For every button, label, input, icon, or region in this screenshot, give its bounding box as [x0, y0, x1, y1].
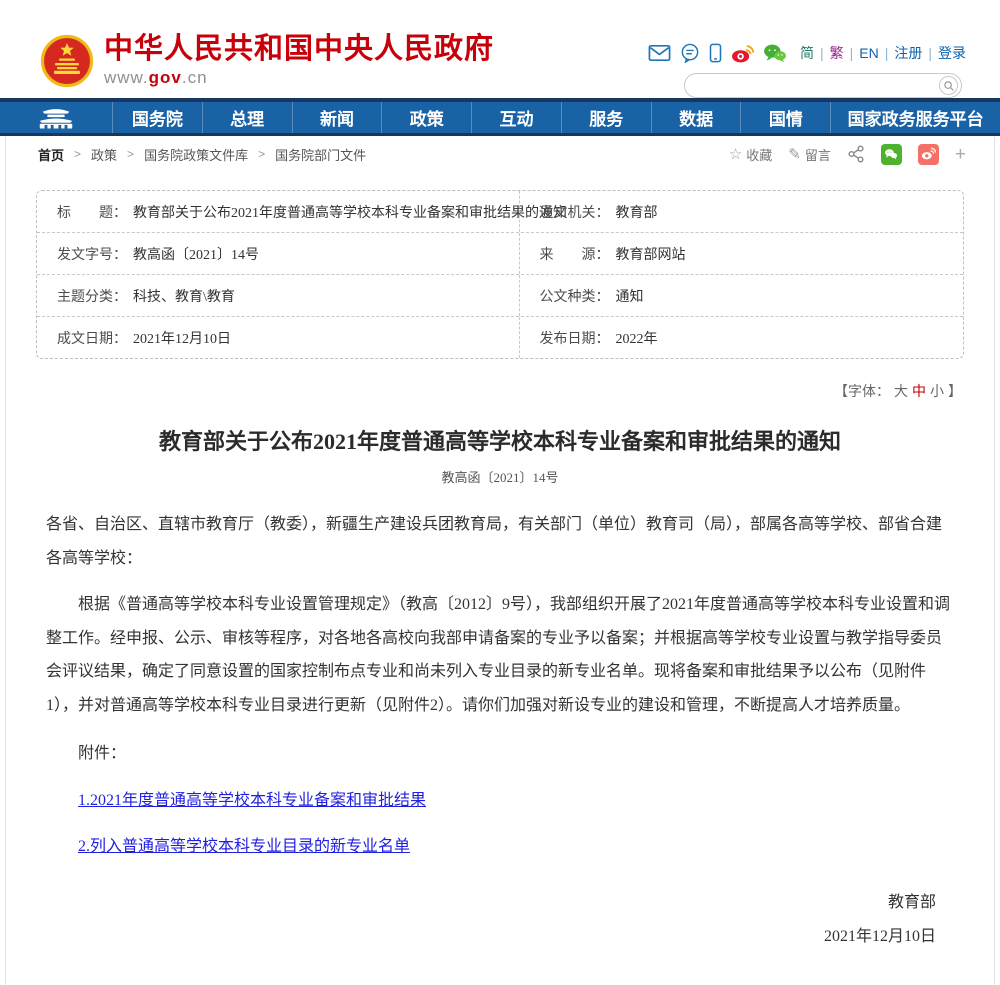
nav-item-zhengwu-platform[interactable]: 国家政务服务平台: [830, 102, 1000, 133]
share-icon: [847, 145, 865, 163]
nav-item-hudong[interactable]: 互动: [471, 102, 561, 133]
meta-source-value: 教育部网站: [616, 244, 686, 264]
lang-traditional-link[interactable]: 繁: [830, 43, 844, 63]
meta-row-title: 标 题： 教育部关于公布2021年度普通高等学校本科专业备案和审批结果的通知 发文…: [37, 191, 963, 233]
weibo-icon[interactable]: [731, 44, 754, 63]
meta-label: 发布日期：: [540, 328, 610, 348]
nav-home[interactable]: [0, 102, 112, 133]
lang-simplified-link[interactable]: 简: [800, 43, 814, 63]
meta-agency-value: 教育部: [616, 202, 658, 222]
favorite-button[interactable]: ☆收藏: [729, 145, 772, 164]
site-header: 中华人民共和国中央人民政府 www.gov.cn 简 | 繁 | EN | 注册…: [0, 0, 1000, 98]
nav-item-zhengce[interactable]: 政策: [381, 102, 471, 133]
meta-label: 成文日期：: [57, 328, 127, 348]
font-medium-button[interactable]: 中: [912, 385, 926, 400]
meta-row-dates: 成文日期： 2021年12月10日 发布日期： 2022年: [37, 317, 963, 358]
meta-written-date-value: 2021年12月10日: [133, 328, 231, 348]
signer: 教育部: [46, 886, 936, 920]
site-title: 中华人民共和国中央人民政府: [104, 34, 494, 66]
meta-category-value: 科技、教育\教育: [133, 286, 235, 306]
site-url: www.gov.cn: [104, 68, 494, 88]
login-link[interactable]: 登录: [938, 43, 966, 63]
nav-item-guowuyuan[interactable]: 国务院: [112, 102, 202, 133]
main-nav: 国务院 总理 新闻 政策 互动 服务 数据 国情 国家政务服务平台: [0, 98, 1000, 136]
font-size-control: 【字体：大中小】: [6, 381, 964, 401]
tiananmen-icon: [35, 105, 77, 130]
nav-item-xinwen[interactable]: 新闻: [292, 102, 382, 133]
wechat-icon: [883, 146, 899, 162]
comment-button[interactable]: ✎留言: [788, 145, 831, 164]
lang-english-link[interactable]: EN: [859, 45, 878, 61]
article-salutation: 各省、自治区、直辖市教育厅（教委），新疆生产建设兵团教育局，有关部门（单位）教育…: [46, 508, 954, 576]
weibo-icon: [920, 146, 936, 162]
pencil-icon: ✎: [788, 145, 801, 163]
article: 教育部关于公布2021年度普通高等学校本科专业备案和审批结果的通知 教高函〔20…: [6, 427, 994, 955]
share-button[interactable]: [847, 145, 865, 163]
mobile-icon[interactable]: [709, 43, 722, 63]
meta-label: 主题分类：: [57, 286, 127, 306]
search-input[interactable]: [697, 75, 927, 96]
meta-label: 发文机关：: [540, 202, 610, 222]
meta-label: 公文种类：: [540, 286, 610, 306]
breadcrumb-policy-library[interactable]: 国务院政策文件库: [144, 145, 248, 164]
meta-docno-value: 教高函〔2021〕14号: [133, 244, 259, 264]
header-right: 简 | 繁 | EN | 注册 | 登录: [684, 42, 966, 98]
breadcrumb-home[interactable]: 首页: [38, 145, 64, 164]
share-weibo-button[interactable]: [918, 144, 939, 165]
attachment-link-1[interactable]: 1.2021年度普通高等学校本科专业备案和审批结果: [46, 784, 954, 818]
content-frame: 首页 > 政策 > 国务院政策文件库 > 国务院部门文件 ☆收藏 ✎留言 + 标…: [5, 136, 995, 985]
wechat-icon[interactable]: [763, 43, 787, 63]
breadcrumb-zhengce[interactable]: 政策: [91, 145, 117, 164]
breadcrumb: 首页 > 政策 > 国务院政策文件库 > 国务院部门文件: [38, 145, 366, 164]
search-button[interactable]: [939, 76, 958, 95]
article-doc-number: 教高函〔2021〕14号: [46, 467, 954, 486]
search-icon: [943, 80, 955, 92]
site-logo[interactable]: 中华人民共和国中央人民政府 www.gov.cn: [40, 34, 494, 88]
article-title: 教育部关于公布2021年度普通高等学校本科专业备案和审批结果的通知: [46, 427, 954, 458]
meta-title-value: 教育部关于公布2021年度普通高等学校本科专业备案和审批结果的通知: [133, 202, 567, 222]
document-meta-table: 标 题： 教育部关于公布2021年度普通高等学校本科专业备案和审批结果的通知 发文…: [36, 190, 964, 359]
meta-label: 来 源：: [540, 244, 610, 264]
meta-doctype-value: 通知: [616, 286, 644, 306]
mail-icon[interactable]: [648, 44, 671, 62]
sign-date: 2021年12月10日: [46, 920, 936, 954]
share-wechat-button[interactable]: [881, 144, 902, 165]
meta-publish-date-value: 2022年: [616, 328, 658, 348]
font-small-button[interactable]: 小: [930, 385, 944, 400]
meta-label: 标 题：: [57, 202, 127, 222]
nav-item-fuwu[interactable]: 服务: [561, 102, 651, 133]
register-link[interactable]: 注册: [894, 43, 922, 63]
comment-icon[interactable]: [680, 43, 700, 63]
breadcrumb-row: 首页 > 政策 > 国务院政策文件库 > 国务院部门文件 ☆收藏 ✎留言 +: [6, 136, 994, 172]
article-body-paragraph: 根据《普通高等学校本科专业设置管理规定》（教高〔2012〕9号），我部组织开展了…: [46, 588, 954, 724]
more-share-button[interactable]: +: [955, 145, 966, 164]
attachment-link-2[interactable]: 2.列入普通高等学校本科专业目录的新专业名单: [46, 830, 954, 864]
lang-links: 简 | 繁 | EN | 注册 | 登录: [800, 43, 966, 63]
signature-block: 教育部 2021年12月10日: [46, 886, 954, 955]
nav-item-shuju[interactable]: 数据: [651, 102, 741, 133]
attachments-label: 附件：: [46, 737, 954, 771]
meta-row-category: 主题分类： 科技、教育\教育 公文种类： 通知: [37, 275, 963, 317]
meta-row-number: 发文字号： 教高函〔2021〕14号 来 源： 教育部网站: [37, 233, 963, 275]
font-large-button[interactable]: 大: [894, 385, 908, 400]
nav-item-zongli[interactable]: 总理: [202, 102, 292, 133]
meta-label: 发文字号：: [57, 244, 127, 264]
star-icon: ☆: [729, 145, 742, 163]
breadcrumb-department-docs[interactable]: 国务院部门文件: [275, 145, 366, 164]
national-emblem-icon: [40, 34, 94, 88]
page-tools: ☆收藏 ✎留言 +: [729, 144, 966, 165]
nav-item-guoqing[interactable]: 国情: [740, 102, 830, 133]
search-box: [684, 73, 962, 98]
